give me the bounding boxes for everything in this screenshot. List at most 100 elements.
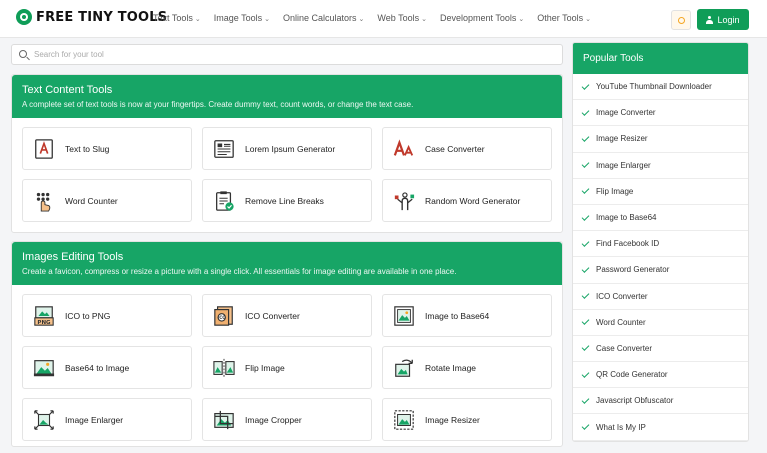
logo-icon (16, 9, 32, 25)
tool-card-text-to-slug[interactable]: Text to Slug (22, 127, 192, 170)
sidebar-item-ico-converter[interactable]: ICO Converter (573, 284, 748, 310)
clipboard-check-icon (216, 190, 234, 211)
sidebar-item-password-generator[interactable]: Password Generator (573, 257, 748, 284)
chevron-down-icon: ⌄ (358, 16, 365, 23)
sidebar-item-javascript-obfuscator[interactable]: Javascript Obfuscator (573, 388, 748, 415)
login-label: Login (717, 14, 740, 25)
rotate-image-icon (395, 358, 413, 377)
tool-label: Lorem Ipsum Generator (245, 143, 336, 154)
sidebar-item-label: Word Counter (596, 317, 646, 327)
section-title: Images Editing Tools (22, 251, 124, 263)
tool-card-ico-to-png[interactable]: PNG ICO to PNG (22, 294, 192, 337)
nav-text-tools[interactable]: Text Tools ⌄ (153, 13, 201, 23)
tool-label: Base64 to Image (65, 362, 130, 373)
svg-text:PNG: PNG (37, 319, 51, 325)
sidebar-item-label: What Is My IP (596, 422, 646, 432)
tool-label: Image Enlarger (65, 414, 124, 425)
tool-card-image-to-base64[interactable]: Image to Base64 (382, 294, 552, 337)
sidebar-item-youtube-thumbnail-downloader[interactable]: YouTube Thumbnail Downloader (573, 74, 748, 101)
png-file-icon: PNG (34, 305, 54, 325)
sidebar-item-image-converter[interactable]: Image Converter (573, 100, 748, 127)
text-tools-header: Text Content Tools A complete set of tex… (12, 75, 562, 118)
resize-image-icon (394, 409, 414, 430)
chevron-down-icon: ⌄ (518, 16, 525, 23)
user-icon (706, 15, 714, 24)
tool-card-random-word-generator[interactable]: Random Word Generator (382, 179, 552, 222)
image-tools-section: Images Editing Tools Create a favicon, c… (11, 241, 563, 447)
sidebar-item-qr-code-generator[interactable]: QR Code Generator (573, 362, 748, 389)
tool-label: Case Converter (425, 143, 485, 154)
tool-card-image-enlarger[interactable]: Image Enlarger (22, 398, 192, 441)
popular-tools-sidebar: Popular Tools YouTube Thumbnail Download… (572, 42, 749, 442)
tool-label: Random Word Generator (425, 195, 521, 206)
tool-card-rotate-image[interactable]: Rotate Image (382, 346, 552, 389)
counter-hand-icon (36, 192, 51, 212)
logo-text: FREE TINY TOOLS (36, 9, 168, 25)
main-nav: Text Tools ⌄ Image Tools ⌄ Online Calculat… (153, 13, 604, 23)
sidebar-item-label: Case Converter (596, 343, 653, 353)
tool-card-image-resizer[interactable]: Image Resizer (382, 398, 552, 441)
check-icon (581, 317, 590, 326)
nav-image-tools[interactable]: Image Tools ⌄ (214, 13, 270, 23)
tool-label: Rotate Image (425, 362, 477, 373)
check-icon (581, 343, 590, 352)
section-title: Text Content Tools (22, 84, 113, 96)
lorem-document-icon (214, 139, 234, 158)
tool-card-case-converter[interactable]: Case Converter (382, 127, 552, 170)
check-icon (581, 238, 590, 247)
sidebar-item-what-is-my-ip[interactable]: What Is My IP (573, 414, 748, 441)
sidebar-item-image-to-base64[interactable]: Image to Base64 (573, 205, 748, 232)
check-icon (581, 134, 590, 142)
tool-card-remove-line-breaks[interactable]: Remove Line Breaks (202, 179, 372, 222)
sidebar-item-case-converter[interactable]: Case Converter (573, 336, 748, 363)
sidebar-item-label: YouTube Thumbnail Downloader (596, 82, 712, 92)
sidebar-item-label: Flip Image (596, 186, 634, 196)
sidebar-item-flip-image[interactable]: Flip Image (573, 179, 748, 205)
sidebar-item-find-facebook-id[interactable]: Find Facebook ID (573, 231, 748, 258)
tool-card-base64-to-image[interactable]: Base64 to Image (22, 346, 192, 389)
tool-card-flip-image[interactable]: Flip Image (202, 346, 372, 389)
flip-image-icon (213, 358, 235, 377)
chevron-down-icon: ⌄ (585, 16, 591, 23)
sidebar-item-image-enlarger[interactable]: Image Enlarger (573, 153, 748, 179)
sidebar-item-image-resizer[interactable]: Image Resizer (573, 126, 748, 153)
search-icon (19, 50, 27, 58)
sidebar-item-label: Image Resizer (596, 134, 648, 144)
svg-text:ICO: ICO (218, 315, 227, 320)
check-icon (581, 291, 590, 299)
login-button[interactable]: Login (697, 9, 749, 30)
chevron-down-icon: ⌄ (264, 16, 270, 23)
check-icon (581, 395, 590, 404)
tool-card-lorem-ipsum-generator[interactable]: Lorem Ipsum Generator (202, 127, 372, 170)
check-icon (581, 265, 590, 273)
nav-online-calculators[interactable]: Online Calculators ⌄ (283, 13, 364, 23)
sidebar-item-word-counter[interactable]: Word Counter (573, 310, 748, 336)
sidebar-item-label: Image Enlarger (596, 160, 651, 170)
enlarge-image-icon (34, 409, 54, 430)
tool-card-image-cropper[interactable]: Image Cropper (202, 398, 372, 441)
sidebar-title: Popular Tools (573, 43, 748, 74)
theme-toggle-button[interactable] (671, 10, 691, 30)
check-icon (581, 107, 590, 116)
random-word-icon (394, 191, 415, 210)
tool-card-ico-converter[interactable]: ICO ICO Converter (202, 294, 372, 337)
tool-search (11, 44, 563, 65)
sidebar-item-label: Image Converter (596, 108, 656, 118)
nav-development-tools[interactable]: Development Tools ⌄ (440, 13, 524, 23)
tool-label: Flip Image (245, 362, 285, 373)
search-input[interactable] (34, 47, 534, 62)
section-description: A complete set of text tools is now at y… (22, 100, 414, 109)
tool-card-word-counter[interactable]: Word Counter (22, 179, 192, 222)
site-logo[interactable]: FREE TINY TOOLS (16, 9, 167, 25)
nav-other-tools[interactable]: Other Tools ⌄ (537, 13, 591, 23)
text-slug-icon (35, 138, 53, 159)
check-icon (581, 212, 590, 221)
chevron-down-icon: ⌄ (194, 16, 201, 23)
check-icon (581, 160, 590, 169)
image-frame-icon (394, 305, 414, 326)
check-icon (581, 81, 590, 90)
tool-label: Remove Line Breaks (245, 195, 324, 206)
top-navbar: FREE TINY TOOLS Text Tools ⌄ Image Tools ⌄… (0, 0, 767, 38)
sidebar-item-label: Image to Base64 (596, 213, 657, 223)
nav-web-tools[interactable]: Web Tools ⌄ (377, 13, 427, 23)
